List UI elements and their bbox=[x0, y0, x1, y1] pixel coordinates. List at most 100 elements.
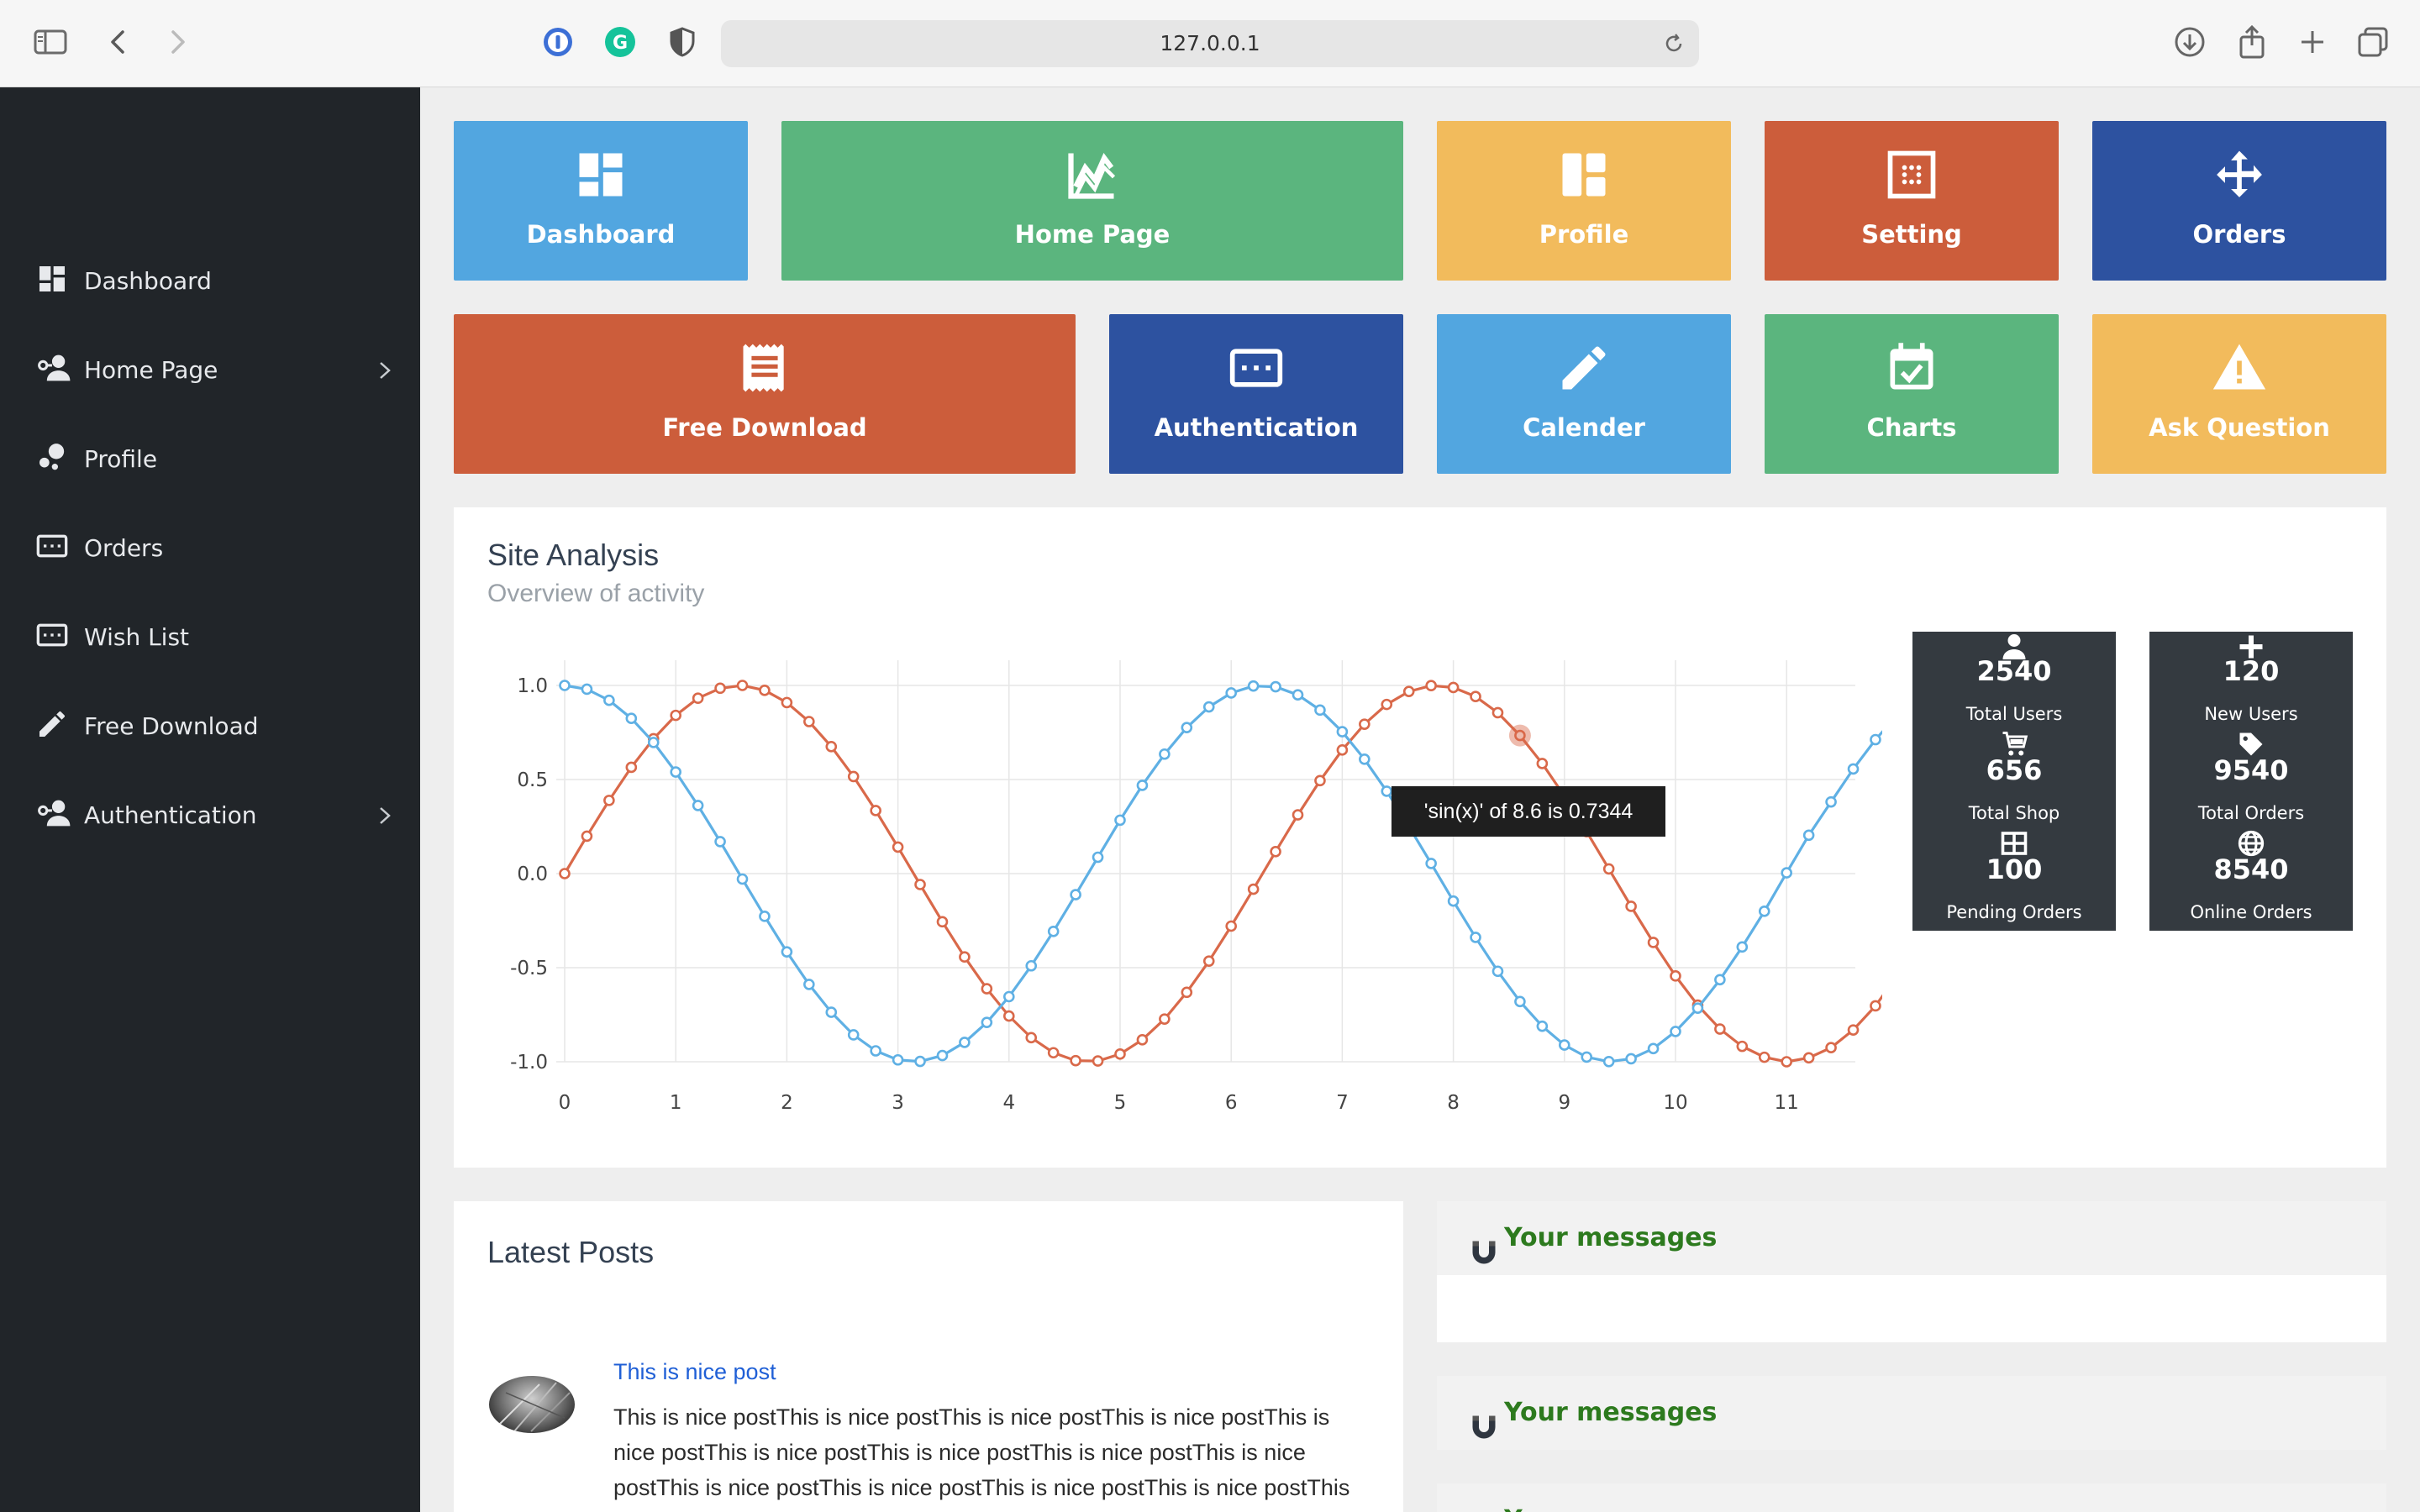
address-bar[interactable]: 127.0.0.1 bbox=[721, 20, 1699, 67]
data-point bbox=[847, 770, 860, 783]
magnet-icon bbox=[1469, 1505, 1499, 1512]
data-point bbox=[736, 680, 749, 691]
stats-panel-right: 120 New Users 9540 Total Orders 8540 Onl… bbox=[2149, 632, 2353, 931]
back-icon[interactable] bbox=[99, 24, 136, 60]
tile-authentication[interactable]: Authentication bbox=[1109, 314, 1403, 474]
sidebar-item-wish-list[interactable]: Wish List bbox=[0, 593, 420, 682]
stat-value: 9540 bbox=[2213, 754, 2289, 786]
messages-title: Your messages bbox=[1504, 1483, 1717, 1512]
data-point bbox=[936, 1049, 949, 1062]
browser-toolbar: G 127.0.0.1 bbox=[0, 0, 2420, 87]
data-point bbox=[603, 795, 615, 806]
tile-profile[interactable]: Profile bbox=[1437, 121, 1731, 281]
data-point bbox=[1270, 680, 1281, 693]
data-point bbox=[1202, 955, 1215, 967]
data-point bbox=[1802, 1052, 1815, 1064]
data-point bbox=[1870, 1000, 1881, 1012]
data-point bbox=[581, 830, 593, 843]
y-tick-label: 0.5 bbox=[517, 769, 548, 791]
data-point bbox=[1159, 1013, 1171, 1025]
data-point bbox=[1159, 748, 1171, 760]
data-point bbox=[1670, 970, 1681, 982]
sidebar-item-orders[interactable]: Orders bbox=[0, 504, 420, 593]
data-point bbox=[625, 761, 638, 774]
sidebar-toggle-icon[interactable] bbox=[32, 24, 69, 60]
data-point bbox=[1025, 1032, 1038, 1044]
post-body: This is nice postThis is nice postThis i… bbox=[613, 1404, 1350, 1500]
stat-value: 8540 bbox=[2213, 853, 2289, 885]
privacy-shield-icon[interactable] bbox=[664, 24, 701, 60]
x-tick-label: 7 bbox=[1336, 1092, 1349, 1114]
post-thumbnail[interactable] bbox=[489, 1376, 575, 1433]
tile-calender[interactable]: Calender bbox=[1437, 314, 1731, 474]
data-point bbox=[1114, 814, 1126, 827]
x-tick-label: 5 bbox=[1114, 1092, 1127, 1114]
data-point bbox=[559, 680, 571, 691]
data-point bbox=[803, 716, 815, 727]
data-point bbox=[1402, 685, 1415, 697]
sidebar-item-free-download[interactable]: Free Download bbox=[0, 682, 420, 771]
tile-dashboard[interactable]: Dashboard bbox=[454, 121, 748, 281]
x-tick-label: 11 bbox=[1775, 1092, 1799, 1114]
tile-label: Ask Question bbox=[2149, 413, 2330, 442]
data-point bbox=[1758, 905, 1770, 917]
data-point bbox=[1381, 785, 1393, 797]
stat-value: 100 bbox=[1986, 853, 2043, 885]
data-point bbox=[1270, 845, 1281, 858]
data-point bbox=[1802, 829, 1815, 842]
data-point bbox=[1225, 920, 1238, 932]
data-point bbox=[1736, 1040, 1749, 1053]
stat-value: 656 bbox=[1986, 754, 2043, 786]
sidebar-item-authentication[interactable]: Authentication bbox=[0, 771, 420, 860]
data-point bbox=[1847, 1024, 1860, 1036]
tile-setting[interactable]: Setting bbox=[1765, 121, 2059, 281]
y-tick-label: 1.0 bbox=[517, 675, 548, 697]
data-point bbox=[1602, 863, 1615, 875]
line-chart[interactable]: 012345678910111.00.50.0-0.5-1.0sin(x)cos… bbox=[471, 625, 1882, 1163]
data-point bbox=[1181, 986, 1193, 999]
data-point bbox=[1002, 1010, 1015, 1022]
move-arrows-icon bbox=[2211, 146, 2268, 203]
stats-panel-left: 2540 Total Users 656 Total Shop 100 Pend… bbox=[1912, 632, 2116, 931]
x-tick-label: 3 bbox=[892, 1092, 904, 1114]
sidebar-item-profile[interactable]: Profile bbox=[0, 415, 420, 504]
data-point bbox=[1581, 1051, 1593, 1063]
tile-ask-question[interactable]: Ask Question bbox=[2092, 314, 2386, 474]
tile-charts[interactable]: Charts bbox=[1765, 314, 2059, 474]
messages-header[interactable]: Your messages bbox=[1437, 1483, 2386, 1512]
x-tick-label: 8 bbox=[1447, 1092, 1460, 1114]
tile-orders[interactable]: Orders bbox=[2092, 121, 2386, 281]
tile-free-download[interactable]: Free Download bbox=[454, 314, 1076, 474]
data-point bbox=[1470, 690, 1481, 703]
share-icon[interactable] bbox=[2233, 24, 2270, 60]
password-manager-icon[interactable] bbox=[539, 24, 576, 60]
messages-header[interactable]: Your messages bbox=[1437, 1201, 2386, 1275]
data-point bbox=[1359, 753, 1370, 765]
data-point bbox=[1247, 680, 1260, 692]
forward-icon[interactable] bbox=[160, 24, 197, 60]
download-icon[interactable] bbox=[2171, 24, 2208, 60]
messages-header[interactable]: Your messages bbox=[1437, 1376, 2386, 1450]
new-tab-icon[interactable] bbox=[2294, 24, 2331, 60]
users-icon bbox=[35, 351, 74, 390]
tile-label: Calender bbox=[1523, 413, 1645, 442]
tile-home-page[interactable]: Home Page bbox=[781, 121, 1403, 281]
pencil-icon bbox=[35, 707, 74, 746]
stat-label: Total Orders bbox=[2197, 803, 2305, 823]
grammarly-icon[interactable]: G bbox=[602, 24, 639, 60]
data-point bbox=[1114, 1048, 1126, 1060]
chart-line-icon bbox=[1064, 146, 1121, 203]
data-point bbox=[1625, 1053, 1637, 1065]
reload-icon[interactable] bbox=[1662, 32, 1686, 55]
sidebar-item-dashboard[interactable]: Dashboard bbox=[0, 237, 420, 326]
address-bar-url[interactable]: 127.0.0.1 bbox=[721, 20, 1699, 67]
tab-overview-icon[interactable] bbox=[2354, 24, 2391, 60]
post-title-link[interactable]: This is nice post bbox=[613, 1359, 776, 1385]
data-point bbox=[959, 951, 971, 963]
calendar-check-icon bbox=[1883, 339, 1940, 396]
y-tick-label: -0.5 bbox=[510, 958, 548, 979]
sidebar-item-home-page[interactable]: Home Page bbox=[0, 326, 420, 415]
x-tick-label: 10 bbox=[1663, 1092, 1687, 1114]
x-tick-label: 1 bbox=[670, 1092, 682, 1114]
tile-label: Authentication bbox=[1154, 413, 1359, 442]
